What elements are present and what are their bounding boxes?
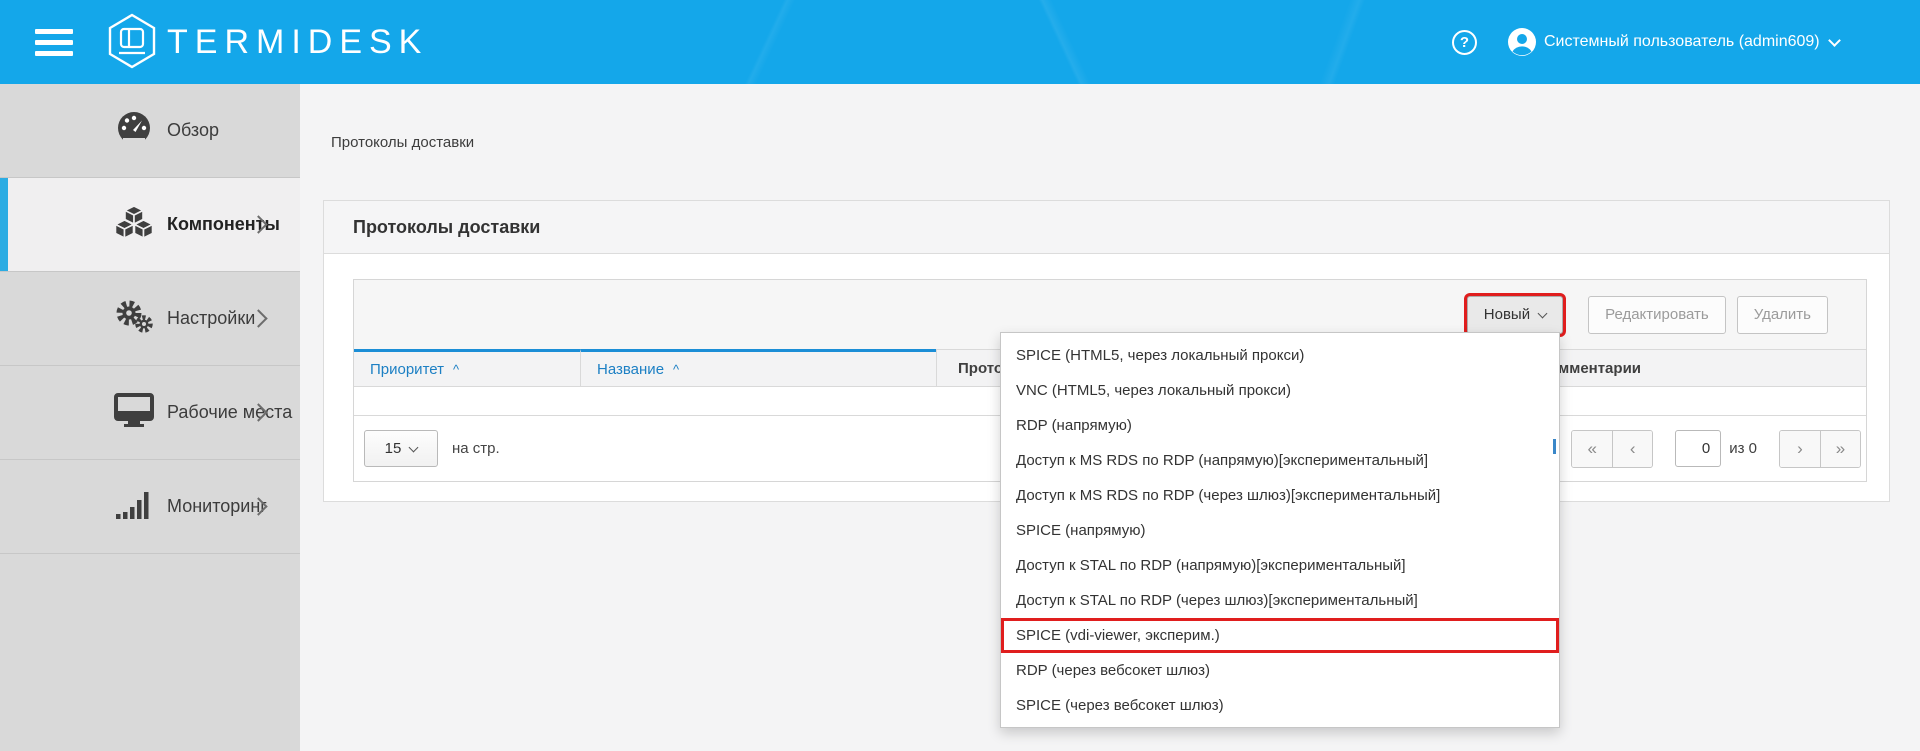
pagination-back-group: « ‹ [1571,430,1653,468]
prev-page-button[interactable]: ‹ [1612,431,1652,467]
gears-icon [112,298,156,339]
sidebar-item-label: Рабочие места [167,402,292,423]
scrollbar-fragment [1553,439,1556,454]
column-label: Приоритет [370,361,444,378]
new-button-label: Новый [1484,306,1530,323]
user-menu[interactable]: Системный пользователь (admin609) [1508,28,1839,56]
dropdown-item-highlighted[interactable]: SPICE (vdi-viewer, эксперим.) [1001,618,1559,653]
chevron-down-icon [1538,308,1548,318]
breadcrumb: Протоколы доставки [331,134,474,151]
first-page-button[interactable]: « [1572,431,1612,467]
top-header: TERMIDESK ? Системный пользователь (admi… [0,0,1920,84]
new-protocol-dropdown: SPICE (HTML5, через локальный прокси) VN… [1000,332,1560,728]
sidebar-item-workplaces[interactable]: Рабочие места [0,366,300,460]
sidebar-item-label: Обзор [167,120,219,141]
new-button[interactable]: Новый [1467,296,1563,334]
dashboard-icon [112,111,156,150]
dropdown-item[interactable]: Доступ к STAL по RDP (через шлюз)[экспер… [1001,583,1559,618]
user-name: Системный пользователь (admin609) [1544,33,1820,51]
dropdown-item[interactable]: SPICE (через вебсокет шлюз) [1001,688,1559,723]
user-avatar-icon [1508,28,1536,56]
column-label: Название [597,361,664,378]
dropdown-item[interactable]: SPICE (HTML5, через локальный прокси) [1001,338,1559,373]
page-total-label: из 0 [1729,440,1757,457]
sidebar-item-overview[interactable]: Обзор [0,84,300,178]
signal-icon [112,488,156,525]
chevron-down-icon [1828,34,1841,47]
termidesk-logo-icon [108,13,156,69]
sort-asc-icon: ^ [673,362,679,377]
pagination-controls: « ‹ из 0 › » [1571,430,1861,468]
sort-asc-icon: ^ [453,362,459,377]
dropdown-item[interactable]: SPICE (напрямую) [1001,513,1559,548]
column-header-priority[interactable]: Приоритет ^ [354,349,580,387]
sidebar-item-settings[interactable]: Настройки [0,272,300,366]
dropdown-item[interactable]: RDP (напрямую) [1001,408,1559,443]
next-page-button[interactable]: › [1780,431,1820,467]
hamburger-menu-icon[interactable] [35,29,73,56]
help-icon[interactable]: ? [1452,30,1477,55]
sidebar: Обзор Компон [0,84,300,751]
termidesk-screen: TERMIDESK ? Системный пользователь (admi… [0,0,1920,751]
dropdown-item[interactable]: Доступ к STAL по RDP (напрямую)[эксперим… [1001,548,1559,583]
column-header-comments[interactable]: Комментарии [1523,349,1866,387]
dropdown-item[interactable]: Доступ к MS RDS по RDP (напрямую)[экспер… [1001,443,1559,478]
last-page-button[interactable]: » [1820,431,1860,467]
desktop-icon [112,393,156,432]
per-page-label: на стр. [452,440,500,457]
sidebar-item-monitoring[interactable]: Мониторинг [0,460,300,554]
dropdown-item[interactable]: VNC (HTML5, через локальный прокси) [1001,373,1559,408]
delete-button[interactable]: Удалить [1737,296,1828,334]
dropdown-item[interactable]: RDP (через вебсокет шлюз) [1001,653,1559,688]
page-number-input[interactable] [1675,430,1721,467]
dropdown-item[interactable]: Доступ к MS RDS по RDP (через шлюз)[эксп… [1001,478,1559,513]
per-page-value: 15 [385,440,402,457]
card-title: Протоколы доставки [324,201,1889,254]
per-page-select[interactable]: 15 [364,430,438,467]
brand-title: TERMIDESK [167,24,428,60]
sidebar-item-label: Настройки [167,308,255,329]
column-header-name[interactable]: Название ^ [580,349,936,387]
pagination-forward-group: › » [1779,430,1861,468]
sidebar-item-components[interactable]: Компоненты [0,178,300,272]
chevron-down-icon [409,442,419,452]
cubes-icon [112,205,156,244]
edit-button[interactable]: Редактировать [1588,296,1726,334]
